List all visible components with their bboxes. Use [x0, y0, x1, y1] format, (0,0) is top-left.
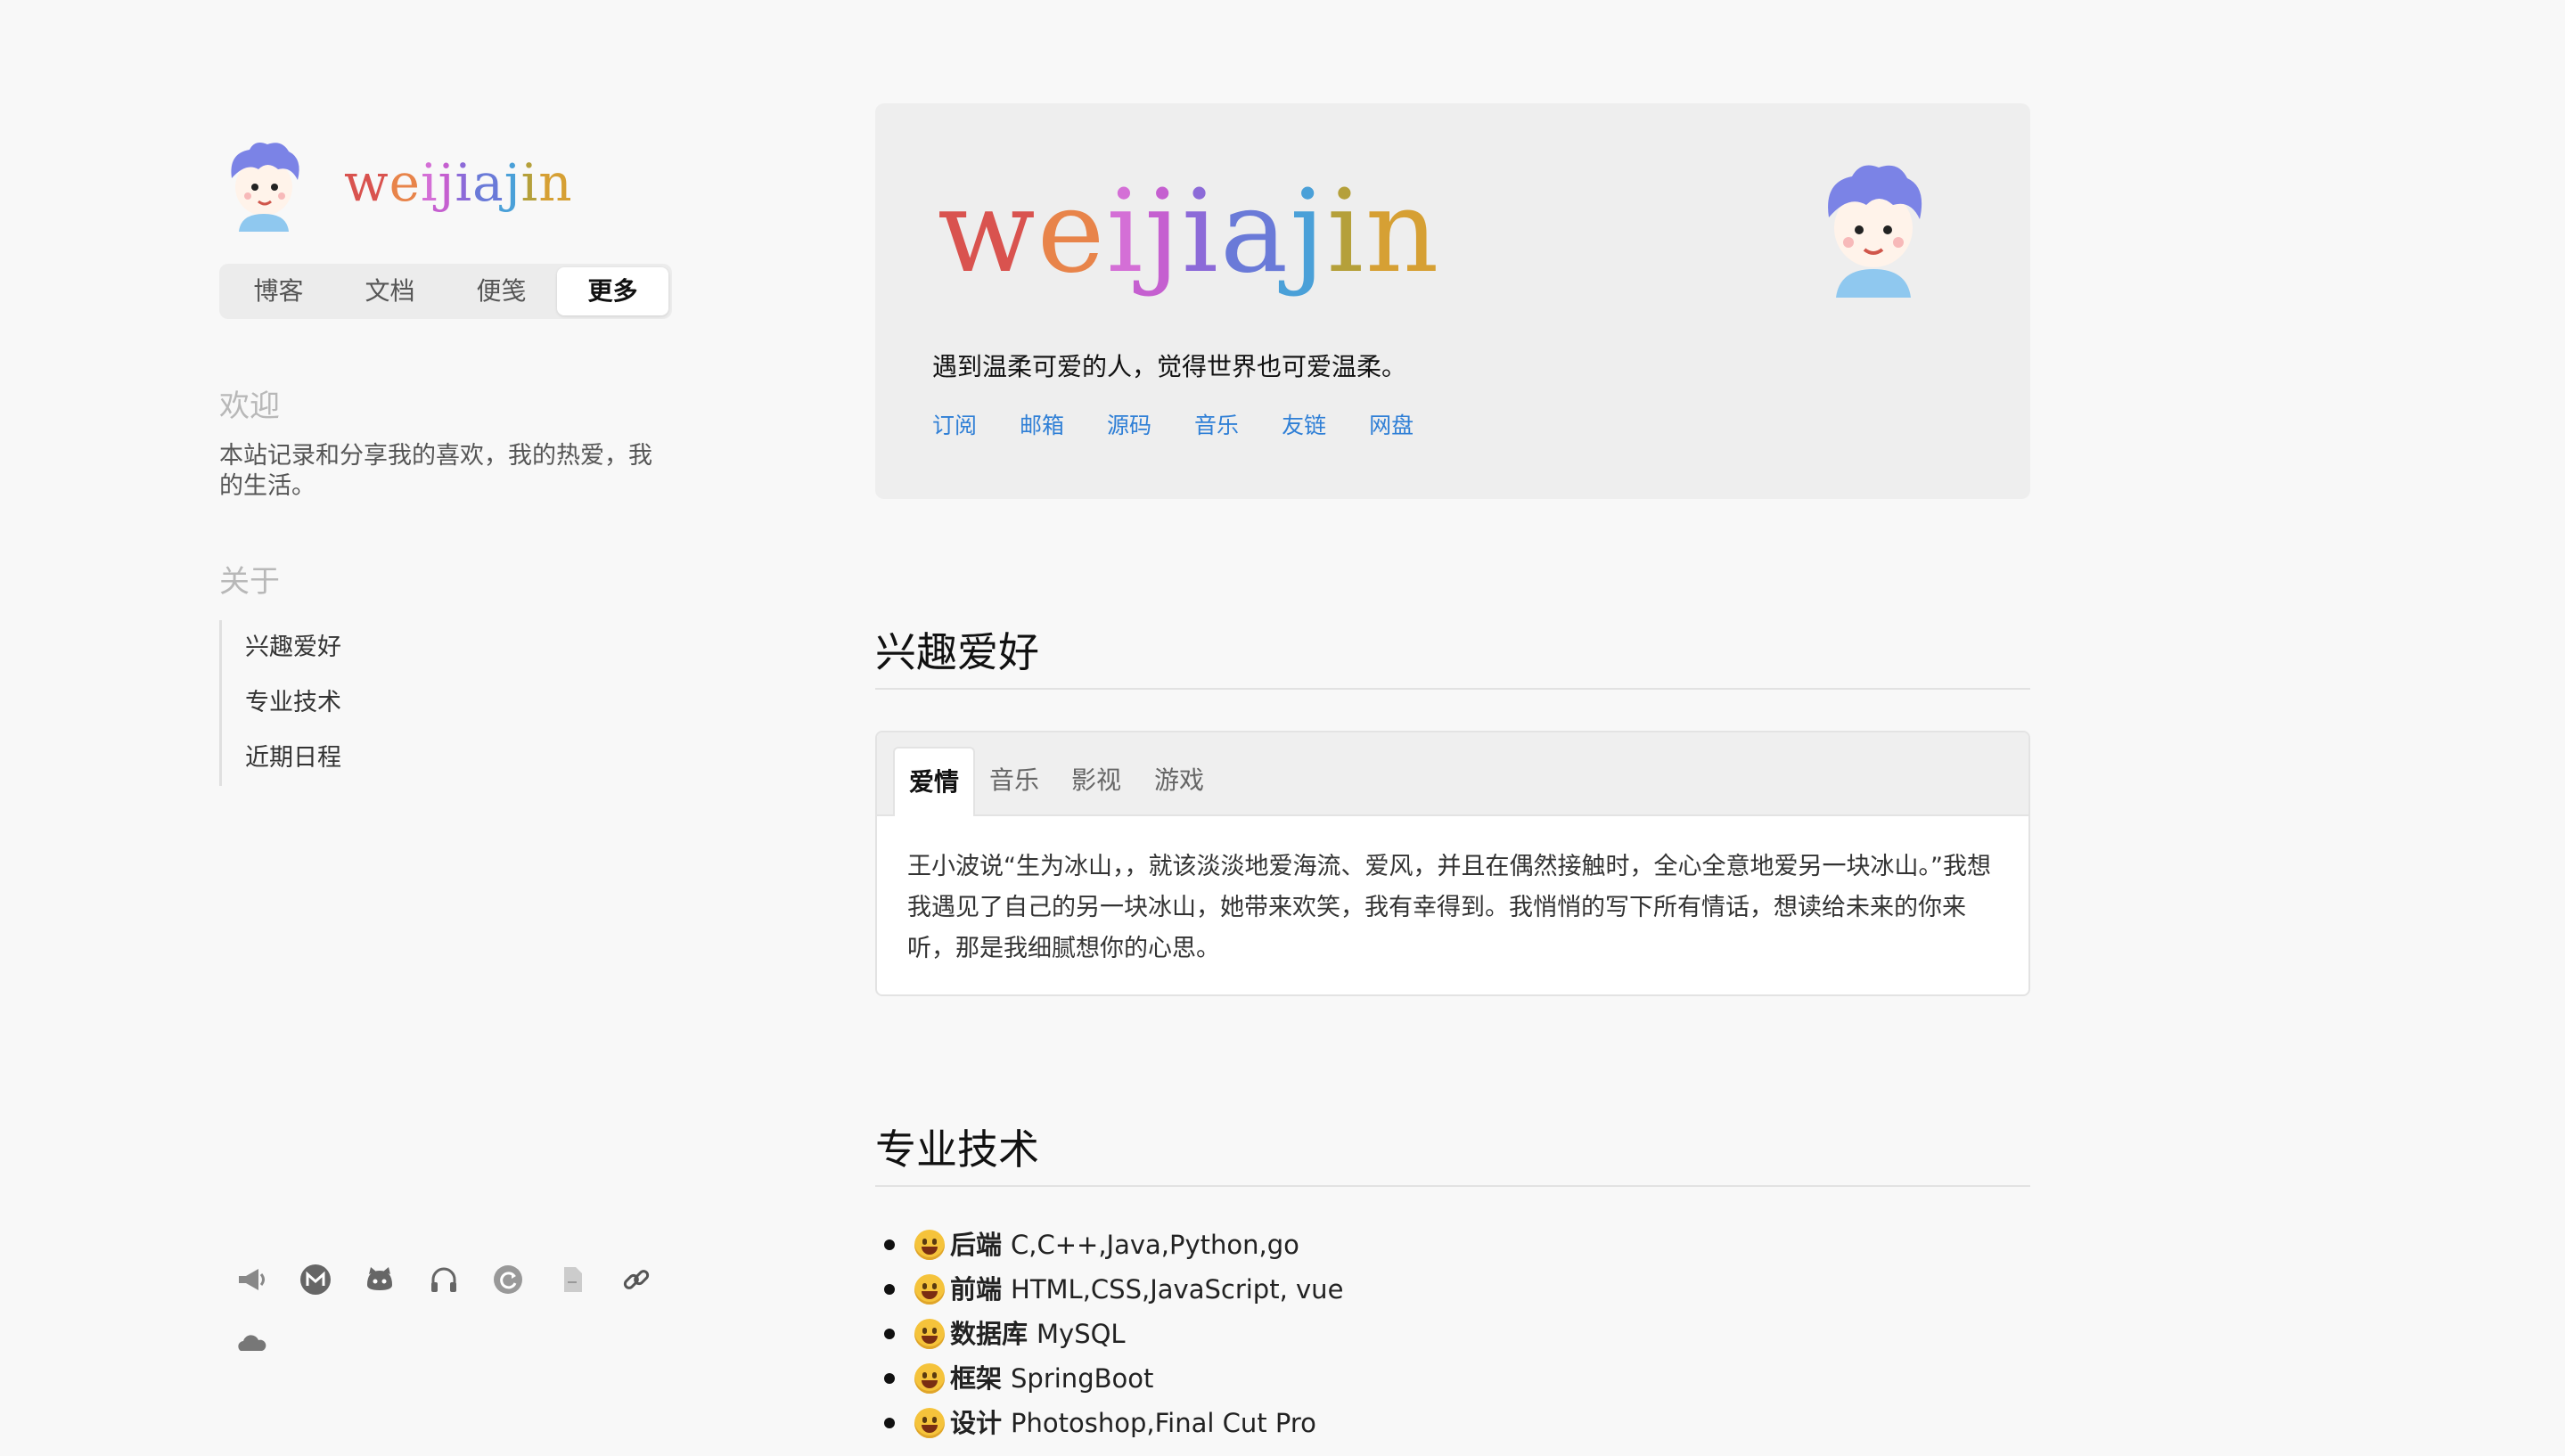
link-email[interactable]: 邮箱: [1020, 408, 1064, 440]
tab-games[interactable]: 游戏: [1140, 747, 1218, 814]
site-name-letter: w: [344, 152, 389, 213]
site-name-letter: i: [1106, 166, 1145, 299]
squinting-tongue-face-icon: [914, 1363, 945, 1394]
laughing-face-icon: [914, 1319, 945, 1349]
site-name-letter: i: [520, 152, 539, 213]
toc-item-hobbies[interactable]: 兴趣爱好: [245, 620, 683, 675]
document-icon[interactable]: [540, 1247, 604, 1312]
skill-value: MySQL: [1037, 1319, 1126, 1349]
toc-item-schedule[interactable]: 近期日程: [245, 731, 683, 786]
link-subscribe[interactable]: 订阅: [932, 408, 977, 440]
skill-value: Photoshop,Final Cut Pro: [1011, 1408, 1316, 1438]
list-item: 框架 SpringBoot: [875, 1356, 2030, 1401]
megaphone-icon[interactable]: [219, 1247, 283, 1312]
cloud-icon[interactable]: [219, 1312, 283, 1376]
site-name-letter: a: [472, 152, 504, 213]
nav-item-notes[interactable]: 便笺: [446, 267, 557, 315]
site-name-letter: a: [1219, 166, 1291, 299]
grinning-face-icon: [914, 1230, 945, 1260]
gmail-icon[interactable]: [283, 1247, 348, 1312]
bullet: [884, 1239, 895, 1250]
hero-avatar: [1828, 165, 1922, 298]
main-nav: 博客 文档 便笺 更多: [219, 264, 672, 319]
brand[interactable]: weijiajin: [219, 134, 683, 232]
tab-movies[interactable]: 影视: [1057, 747, 1135, 814]
site-name-letter: j: [438, 152, 455, 213]
skill-label: 设计: [950, 1408, 1003, 1438]
skills-list: 后端 C,C++,Java,Python,go 前端 HTML,CSS,Java…: [875, 1223, 2030, 1445]
list-item: 后端 C,C++,Java,Python,go: [875, 1223, 2030, 1267]
link-netdisk[interactable]: 网盘: [1369, 408, 1414, 440]
section-title-hobbies: 兴趣爱好: [875, 620, 2030, 690]
skill-value: SpringBoot: [1011, 1363, 1154, 1394]
list-item: 数据库 MySQL: [875, 1312, 2030, 1356]
site-name-letter: e: [1037, 166, 1107, 299]
skill-label: 前端: [950, 1274, 1003, 1305]
link-source[interactable]: 源码: [1107, 408, 1151, 440]
site-name-letter: j: [504, 152, 521, 213]
nav-item-docs[interactable]: 文档: [334, 267, 446, 315]
skill-label: 后端: [950, 1230, 1003, 1260]
section-title-skills: 专业技术: [875, 1117, 2030, 1187]
hobbies-tabs: 爱情 音乐 影视 游戏 王小波说“生为冰山，，就该淡淡地爱海流、爱风，并且在偶然…: [875, 731, 2030, 996]
social-links: [219, 1247, 683, 1376]
site-name-letter: i: [1326, 166, 1365, 299]
hero-links: 订阅 邮箱 源码 音乐 友链 网盘: [932, 408, 1456, 440]
tab-bar: 爱情 音乐 影视 游戏: [877, 732, 2028, 816]
tongue-face-icon: [914, 1408, 945, 1438]
link-icon[interactable]: [604, 1247, 668, 1312]
about-heading: 关于: [219, 564, 280, 600]
site-name-letter: j: [1290, 166, 1327, 299]
site-name-letter: i: [420, 152, 438, 213]
avatar: [231, 143, 299, 232]
site-name-letter: n: [538, 152, 573, 213]
site-name-letter: n: [1364, 166, 1441, 299]
motto: 遇到温柔可爱的人，觉得世界也可爱温柔。: [932, 352, 1407, 381]
bullet: [884, 1373, 895, 1384]
nav-item-blog[interactable]: 博客: [223, 267, 334, 315]
welcome-text: 本站记录和分享我的喜欢，我的热爱，我的生活。: [219, 442, 652, 500]
skill-value: HTML,CSS,JavaScript, vue: [1011, 1274, 1344, 1305]
list-item: 设计 Photoshop,Final Cut Pro: [875, 1401, 2030, 1445]
nav-item-more[interactable]: 更多: [557, 267, 668, 315]
skill-label: 框架: [950, 1363, 1003, 1394]
welcome-heading: 欢迎: [219, 389, 280, 424]
tab-music[interactable]: 音乐: [975, 747, 1053, 814]
site-name-letter: j: [1144, 166, 1182, 299]
site-name-letter: w: [938, 166, 1037, 299]
site-name-letter: i: [1181, 166, 1220, 299]
link-friends[interactable]: 友链: [1282, 408, 1326, 440]
site-name-letter: e: [389, 152, 421, 213]
github-icon[interactable]: [348, 1247, 412, 1312]
sidebar: weijiajin 博客 文档 便笺 更多 欢迎 本站记录和分享我的喜欢，我的热…: [219, 134, 683, 1456]
skill-label: 数据库: [950, 1319, 1028, 1349]
bullet: [884, 1284, 895, 1295]
skill-value: C,C++,Java,Python,go: [1011, 1230, 1299, 1260]
toc-item-skills[interactable]: 专业技术: [245, 675, 683, 731]
bullet: [884, 1329, 895, 1339]
smiley-face-icon: [914, 1274, 945, 1305]
tab-content: 王小波说“生为冰山，，就该淡淡地爱海流、爱风，并且在偶然接触时，全心全意地爱另一…: [907, 853, 1991, 962]
site-name: weijiajin: [344, 152, 573, 213]
site-name-letter: i: [455, 152, 473, 213]
link-music[interactable]: 音乐: [1194, 408, 1239, 440]
hero-site-name: weijiajin: [938, 166, 1440, 299]
tab-love[interactable]: 爱情: [893, 747, 976, 816]
list-item: 前端 HTML,CSS,JavaScript, vue: [875, 1267, 2030, 1312]
headphones-icon[interactable]: [412, 1247, 476, 1312]
bullet: [884, 1418, 895, 1428]
table-of-contents: 兴趣爱好 专业技术 近期日程: [219, 620, 683, 786]
refresh-icon[interactable]: [476, 1247, 540, 1312]
hero-card: weijiajin 遇到温柔可爱的人，觉得世界也可爱温柔。 订阅 邮箱 源码 音…: [875, 103, 2030, 499]
